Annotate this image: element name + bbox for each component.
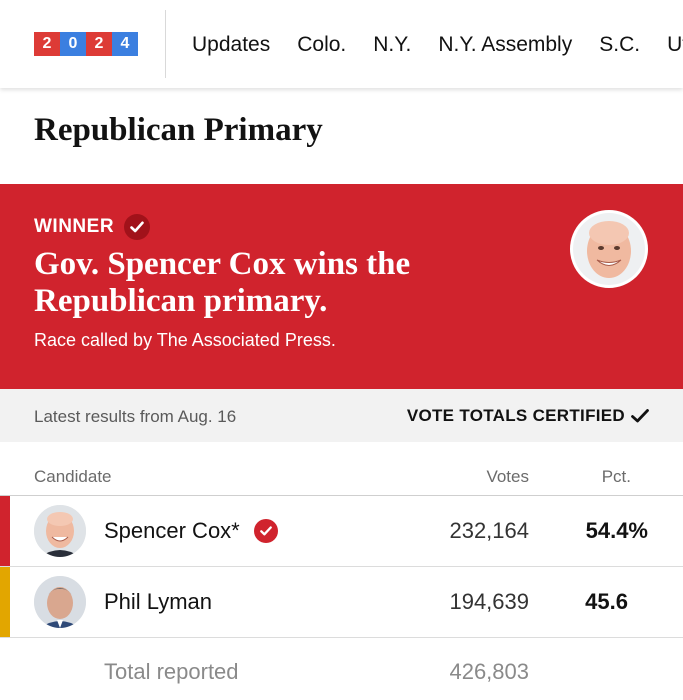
banner-subtext: Race called by The Associated Press.: [34, 330, 336, 350]
column-header-votes: Votes: [486, 467, 529, 486]
candidate-pct: 54.4%: [585, 518, 648, 543]
nav-divider: [165, 10, 166, 78]
logo-digit: 2: [34, 32, 60, 56]
winner-avatar: [570, 210, 648, 288]
candidate-name-text: Phil Lyman: [104, 589, 213, 614]
nav-item-updates[interactable]: Updates: [192, 32, 270, 58]
candidate-votes: 194,639: [449, 589, 529, 614]
winner-check-icon: [253, 519, 278, 543]
page-title: Republican Primary: [34, 112, 323, 148]
table-row: Phil Lyman 194,639 45.6: [0, 567, 683, 637]
results-table-header: Candidate Votes Pct.: [0, 462, 683, 496]
check-icon: [124, 214, 151, 240]
nav-item-ny-assembly[interactable]: N.Y. Assembly: [438, 32, 572, 58]
logo-digit: 4: [112, 32, 138, 56]
total-reported-label: Total reported: [104, 659, 239, 684]
results-status-bar: Latest results from Aug. 16 VOTE TOTALS …: [0, 389, 683, 442]
election-2024-logo[interactable]: 2 0 2 4: [34, 32, 138, 56]
nav-item-new-york[interactable]: N.Y.: [373, 32, 411, 58]
logo-digit: 0: [60, 32, 86, 56]
winner-banner: WINNER Gov. Spencer Cox wins the Republi…: [0, 184, 683, 389]
candidate-name: Spencer Cox*: [104, 518, 278, 544]
avatar: [34, 505, 86, 557]
divider: [0, 637, 683, 638]
candidate-votes: 232,164: [449, 518, 529, 543]
nav-item-utah[interactable]: Ut: [667, 32, 683, 58]
avatar: [34, 576, 86, 628]
candidate-color-bar: [0, 567, 10, 637]
nav-item-colorado[interactable]: Colo.: [297, 32, 346, 58]
logo-digit: 2: [86, 32, 112, 56]
winner-row: WINNER: [34, 214, 151, 240]
table-row: Spencer Cox* 232,164 54.4%: [0, 496, 683, 566]
candidate-name: Phil Lyman: [104, 589, 212, 615]
candidate-name-text: Spencer Cox*: [104, 518, 240, 543]
column-header-pct: Pct.: [601, 467, 631, 486]
certified-status: VOTE TOTALS CERTIFIED: [407, 406, 649, 426]
banner-headline: Gov. Spencer Cox wins the Republican pri…: [34, 246, 411, 319]
candidate-pct: 45.6: [585, 589, 628, 614]
column-header-candidate: Candidate: [34, 467, 112, 486]
latest-results-text: Latest results from Aug. 16: [34, 407, 237, 426]
candidate-color-bar: [0, 496, 10, 566]
certified-label: VOTE TOTALS CERTIFIED: [406, 406, 625, 425]
top-navigation: 2 0 2 4 Updates Colo. N.Y. N.Y. Assembly…: [0, 0, 683, 88]
checkmark-icon: [631, 409, 649, 423]
nav-items: Updates Colo. N.Y. N.Y. Assembly S.C. Ut: [192, 32, 683, 58]
total-reported-votes: 426,803: [449, 659, 529, 684]
nav-item-south-carolina[interactable]: S.C.: [599, 32, 640, 58]
winner-label: WINNER: [34, 216, 115, 237]
